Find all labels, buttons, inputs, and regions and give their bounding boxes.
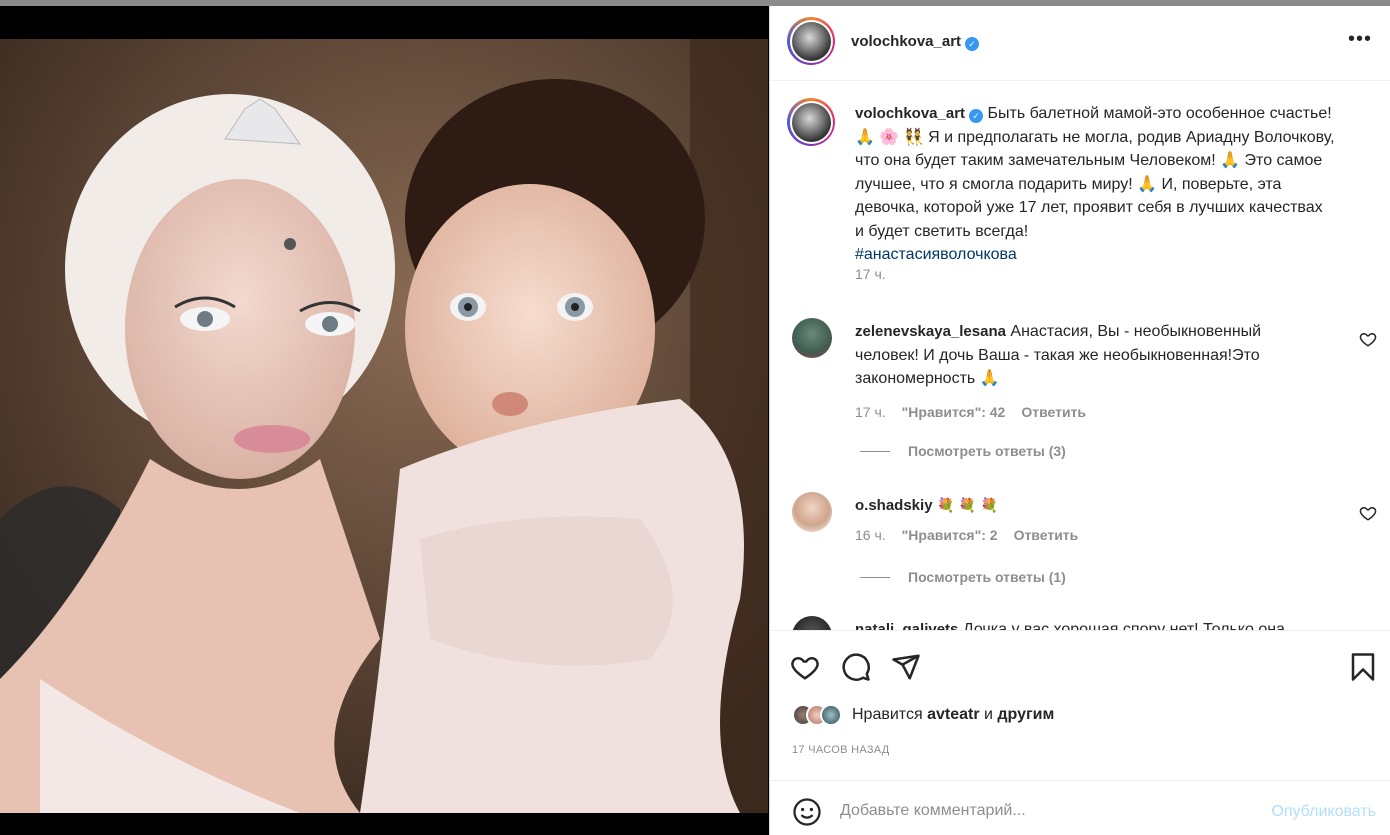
liked-by-user-link[interactable]: avteatr bbox=[927, 706, 979, 723]
commenter-avatar[interactable] bbox=[792, 492, 832, 532]
post-actions: Нравится avteatr и другим 17 ЧАСОВ НАЗАД bbox=[770, 630, 1390, 780]
comment-text: Дочка у вас хорошая спору нет! Только он… bbox=[962, 621, 1285, 630]
replies-divider bbox=[860, 576, 890, 578]
like-heart-icon[interactable] bbox=[790, 652, 820, 682]
comment-reply-button[interactable]: Ответить bbox=[1021, 404, 1086, 420]
comment-time[interactable]: 16 ч. bbox=[855, 527, 886, 543]
post-media bbox=[0, 6, 768, 835]
comment-body: o.shadskiy 💐 💐 💐 bbox=[855, 494, 1305, 519]
liked-by-row: Нравится avteatr и другим bbox=[792, 704, 1054, 726]
author-username[interactable]: volochkova_art ✓ bbox=[851, 33, 980, 51]
post-timestamp[interactable]: 17 ЧАСОВ НАЗАД bbox=[792, 744, 890, 756]
share-paper-plane-icon[interactable] bbox=[891, 652, 921, 682]
comment-input[interactable] bbox=[840, 797, 1240, 825]
comment-bubble-icon[interactable] bbox=[841, 652, 871, 682]
liked-by-text: Нравится avteatr и другим bbox=[852, 706, 1054, 724]
comment-likes[interactable]: "Нравится": 42 bbox=[902, 404, 1006, 420]
replies-divider bbox=[860, 450, 890, 452]
add-comment-bar: Опубликовать bbox=[770, 780, 1390, 835]
caption-author-avatar[interactable] bbox=[787, 98, 835, 146]
view-replies-label[interactable]: Посмотреть ответы (3) bbox=[908, 443, 1066, 459]
post-side-panel: volochkova_art ✓ ••• volochkova_art ✓ Быть… bbox=[769, 6, 1390, 835]
comment-time[interactable]: 17 ч. bbox=[855, 404, 886, 420]
author-avatar[interactable] bbox=[787, 17, 835, 65]
post-photo[interactable] bbox=[0, 39, 768, 813]
verified-badge-icon: ✓ bbox=[969, 109, 984, 123]
verified-badge-icon: ✓ bbox=[965, 37, 980, 51]
emoji-smiley-icon[interactable] bbox=[792, 797, 822, 827]
more-options-icon[interactable]: ••• bbox=[1348, 29, 1372, 52]
author-username-text[interactable]: volochkova_art bbox=[851, 33, 961, 50]
publish-button[interactable]: Опубликовать bbox=[1271, 803, 1376, 821]
view-replies-label[interactable]: Посмотреть ответы (1) bbox=[908, 569, 1066, 585]
caption-text-block: volochkova_art ✓ Быть балетной мамой-это … bbox=[855, 102, 1335, 267]
caption-username[interactable]: volochkova_art ✓ bbox=[855, 105, 984, 123]
save-bookmark-icon[interactable] bbox=[1348, 652, 1378, 682]
post-header: volochkova_art ✓ ••• bbox=[770, 6, 1390, 81]
commenter-avatar[interactable] bbox=[792, 318, 832, 358]
comment-body: natali_galivets Дочка у вас хорошая спор… bbox=[855, 618, 1305, 630]
comments-scroll-area[interactable]: volochkova_art ✓ Быть балетной мамой-это … bbox=[770, 82, 1390, 630]
view-replies-button[interactable]: Посмотреть ответы (1) bbox=[860, 569, 1066, 585]
comment-text: 💐 💐 💐 bbox=[937, 498, 999, 514]
caption-hashtag[interactable]: #анастасияволочкова bbox=[855, 246, 1017, 263]
comment-reply-button[interactable]: Ответить bbox=[1014, 527, 1079, 543]
comment-body: zelenevskaya_lesana Анастасия, Вы - необ… bbox=[855, 320, 1305, 391]
liked-by-prefix: Нравится bbox=[852, 706, 923, 723]
comment-likes[interactable]: "Нравится": 2 bbox=[902, 527, 998, 543]
caption-username-text[interactable]: volochkova_art bbox=[855, 105, 965, 122]
caption-body: Быть балетной мамой-это особенное счасть… bbox=[855, 105, 1335, 240]
view-replies-button[interactable]: Посмотреть ответы (3) bbox=[860, 443, 1066, 459]
commenter-username[interactable]: natali_galivets bbox=[855, 621, 958, 630]
liked-by-and: и bbox=[984, 706, 993, 723]
caption-time[interactable]: 17 ч. bbox=[855, 266, 886, 282]
liked-by-others-link[interactable]: другим bbox=[997, 706, 1054, 723]
comment-like-heart-icon[interactable] bbox=[1359, 504, 1377, 522]
comment-like-heart-icon[interactable] bbox=[1359, 330, 1377, 348]
commenter-username[interactable]: zelenevskaya_lesana bbox=[855, 323, 1006, 340]
commenter-username[interactable]: o.shadskiy bbox=[855, 497, 933, 514]
comment-meta: 16 ч. "Нравится": 2 Ответить bbox=[855, 527, 1078, 543]
comment-meta: 17 ч. "Нравится": 42 Ответить bbox=[855, 404, 1086, 420]
liker-avatar[interactable] bbox=[820, 704, 842, 726]
commenter-avatar[interactable] bbox=[792, 616, 832, 630]
